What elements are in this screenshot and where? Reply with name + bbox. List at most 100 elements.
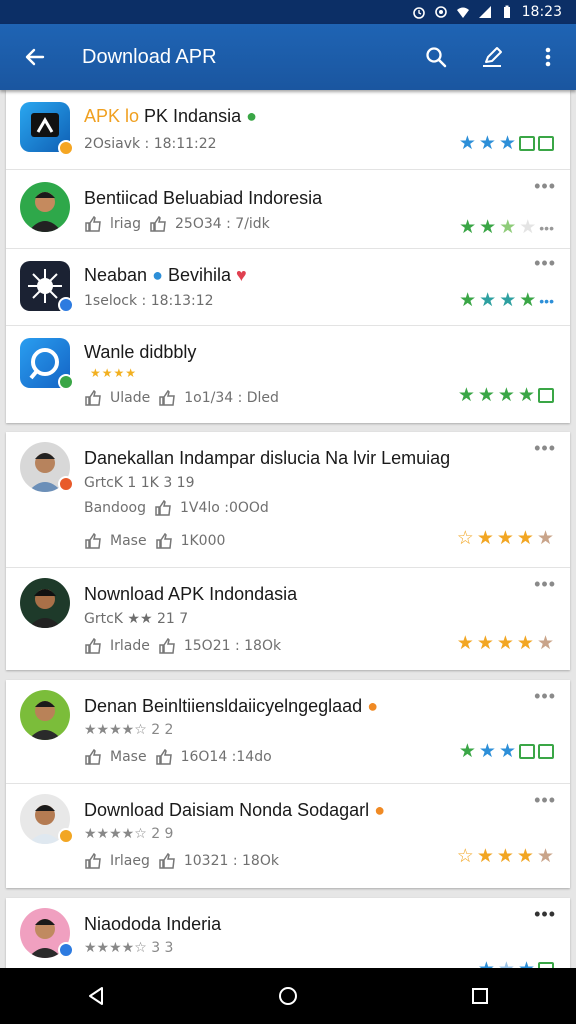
- item-subtitle: 2Osiavk : 18:11:22: [84, 136, 217, 152]
- item-subtitle: ★★★★☆ 2 2: [84, 722, 174, 738]
- star-icon: ★: [536, 528, 554, 549]
- edit-icon: [483, 47, 502, 67]
- item-title: Niaododa Inderia: [84, 914, 222, 934]
- verified-icon: ●: [367, 696, 379, 716]
- star-icon: ☆: [456, 528, 474, 549]
- app-badge: [58, 942, 74, 958]
- star-icon: ★: [496, 633, 514, 654]
- app-badge: [58, 140, 74, 156]
- list-item[interactable]: APK lo PK Indansia ● 2Osiavk : 18:11:22 …: [6, 90, 570, 170]
- more-icon[interactable]: •••: [534, 438, 556, 459]
- list-item[interactable]: Danekallan Indampar dislucia Na lvir Lem…: [6, 432, 570, 568]
- item-meta: Mase 16O14 :14do: [84, 749, 272, 765]
- rating-stars: ★ ★ ★: [459, 134, 554, 153]
- recents-nav-icon[interactable]: [469, 985, 491, 1007]
- item-meta: Bandoog 1V4lo :0OOd: [84, 500, 269, 516]
- more-icon[interactable]: •••: [534, 253, 556, 274]
- app-card: Danekallan Indampar dislucia Na lvir Lem…: [6, 432, 570, 670]
- star-icon: ★: [498, 960, 515, 968]
- star-icon: ★: [536, 846, 554, 867]
- item-subtitle: GrtcK 1 1K 3 19: [84, 475, 195, 491]
- thumb-up-icon: [85, 749, 101, 765]
- thumb-up-icon: [159, 390, 176, 406]
- back-nav-icon[interactable]: [85, 985, 107, 1007]
- avatar: [20, 578, 70, 628]
- star-icon: ☆: [456, 846, 474, 867]
- list-item[interactable]: Wanle didbbly ★★★★ Ulade 1o1/34 : Dled ★…: [6, 326, 570, 423]
- star-icon: ★: [519, 290, 537, 311]
- avatar: [20, 690, 70, 740]
- list-item[interactable]: Download Daisiam Nonda Sodagarl ● ★★★★☆ …: [6, 784, 570, 888]
- list-item[interactable]: Bentiicad Beluabiad Indoresia lriag 25O3…: [6, 170, 570, 249]
- more-icon[interactable]: •••: [534, 790, 556, 811]
- more-icon[interactable]: •••: [534, 686, 556, 707]
- star-icon: ★: [459, 217, 477, 238]
- app-badge: [58, 476, 74, 492]
- star-icon: ★: [458, 741, 476, 762]
- app-list[interactable]: APK lo PK Indansia ● 2Osiavk : 18:11:22 …: [0, 90, 576, 968]
- star-icon: ★: [476, 528, 494, 549]
- rating-stars: ★ ★ ★: [459, 742, 554, 761]
- wifi-icon: [456, 7, 469, 18]
- more-icon[interactable]: •••: [534, 176, 556, 197]
- item-meta: lriag 25O34 : 7/idk: [84, 216, 270, 232]
- app-card: APK lo PK Indansia ● 2Osiavk : 18:11:22 …: [6, 90, 570, 423]
- thumb-up-icon: [159, 638, 175, 654]
- thumb-up-icon: [159, 853, 175, 869]
- item-meta: Ulade 1o1/34 : Dled: [84, 390, 279, 406]
- list-item[interactable]: Nownload APK Indondasia GrtcK ★★ 21 7 Ir…: [6, 568, 570, 670]
- item-subtitle: 1selock : 18:13:12: [84, 293, 214, 309]
- thumb-up-icon: [85, 638, 101, 654]
- list-item[interactable]: Neaban ● Bevihila ♥ 1selock : 18:13:12 •…: [6, 249, 570, 326]
- thumb-up-icon: [85, 533, 101, 549]
- thumb-up-icon: [155, 500, 171, 516]
- star-icon: ★: [478, 133, 496, 154]
- more-icon[interactable]: •••: [534, 574, 556, 595]
- rating-stars: ★ ★ ★: [478, 960, 554, 968]
- back-arrow-icon: [25, 48, 45, 66]
- thumb-up-icon: [155, 749, 172, 765]
- rating-box-icon: [538, 744, 554, 759]
- star-icon: ★: [499, 217, 517, 238]
- more-icon[interactable]: •••: [534, 904, 556, 925]
- star-icon: ★: [498, 133, 516, 154]
- item-subtitle: ★★★★☆ 2 9: [84, 826, 174, 842]
- edit-button[interactable]: [464, 24, 520, 90]
- star-icon: ★: [516, 633, 534, 654]
- star-icon: ★: [516, 846, 534, 867]
- status-bar: 18:23: [0, 0, 576, 24]
- item-meta: Irlaeg 10321 : 18Ok: [84, 853, 279, 869]
- back-button[interactable]: [0, 24, 70, 90]
- star-icon: ★: [517, 385, 535, 406]
- more-icon: •••: [539, 292, 554, 309]
- item-title: Nownload APK Indondasia: [84, 584, 298, 604]
- item-meta: Irlade 15O21 : 18Ok: [84, 638, 281, 654]
- star-icon: ★: [497, 385, 515, 406]
- app-card: Denan Beinltiiensldaiicyelngeglaad ● ★★★…: [6, 680, 570, 888]
- rating-box-icon: [538, 388, 554, 403]
- star-icon: ★: [479, 217, 497, 238]
- app-badge: [58, 297, 74, 313]
- item-title: Denan Beinltiiensldaiicyelngeglaad ●: [84, 696, 379, 716]
- star-icon: ★: [518, 960, 535, 968]
- more-options-button[interactable]: [520, 24, 576, 90]
- list-item[interactable]: Niaododa Inderia ★★★★☆ 3 3 ••• ★ ★ ★: [6, 898, 570, 968]
- thumb-up-icon: [150, 216, 166, 232]
- more-vert-icon: [545, 47, 551, 67]
- verified-icon: ●: [374, 800, 386, 820]
- item-title: Download Daisiam Nonda Sodagarl ●: [84, 800, 386, 820]
- item-title: Danekallan Indampar dislucia Na lvir Lem…: [84, 448, 451, 468]
- item-title: Neaban ● Bevihila ♥: [84, 265, 247, 285]
- search-button[interactable]: [408, 24, 464, 90]
- star-icon: ★: [519, 217, 537, 238]
- verified-icon: ●: [246, 106, 257, 126]
- star-icon: ★: [498, 741, 516, 762]
- app-badge: [58, 828, 74, 844]
- star-icon: ★: [457, 385, 475, 406]
- rating-stars: ☆ ★ ★ ★ ★: [457, 529, 554, 548]
- star-icon: ★: [477, 385, 495, 406]
- list-item[interactable]: Denan Beinltiiensldaiicyelngeglaad ● ★★★…: [6, 680, 570, 784]
- mini-rating: ★★★★: [90, 366, 138, 380]
- home-nav-icon[interactable]: [277, 985, 299, 1007]
- item-title: Wanle didbbly: [84, 342, 197, 362]
